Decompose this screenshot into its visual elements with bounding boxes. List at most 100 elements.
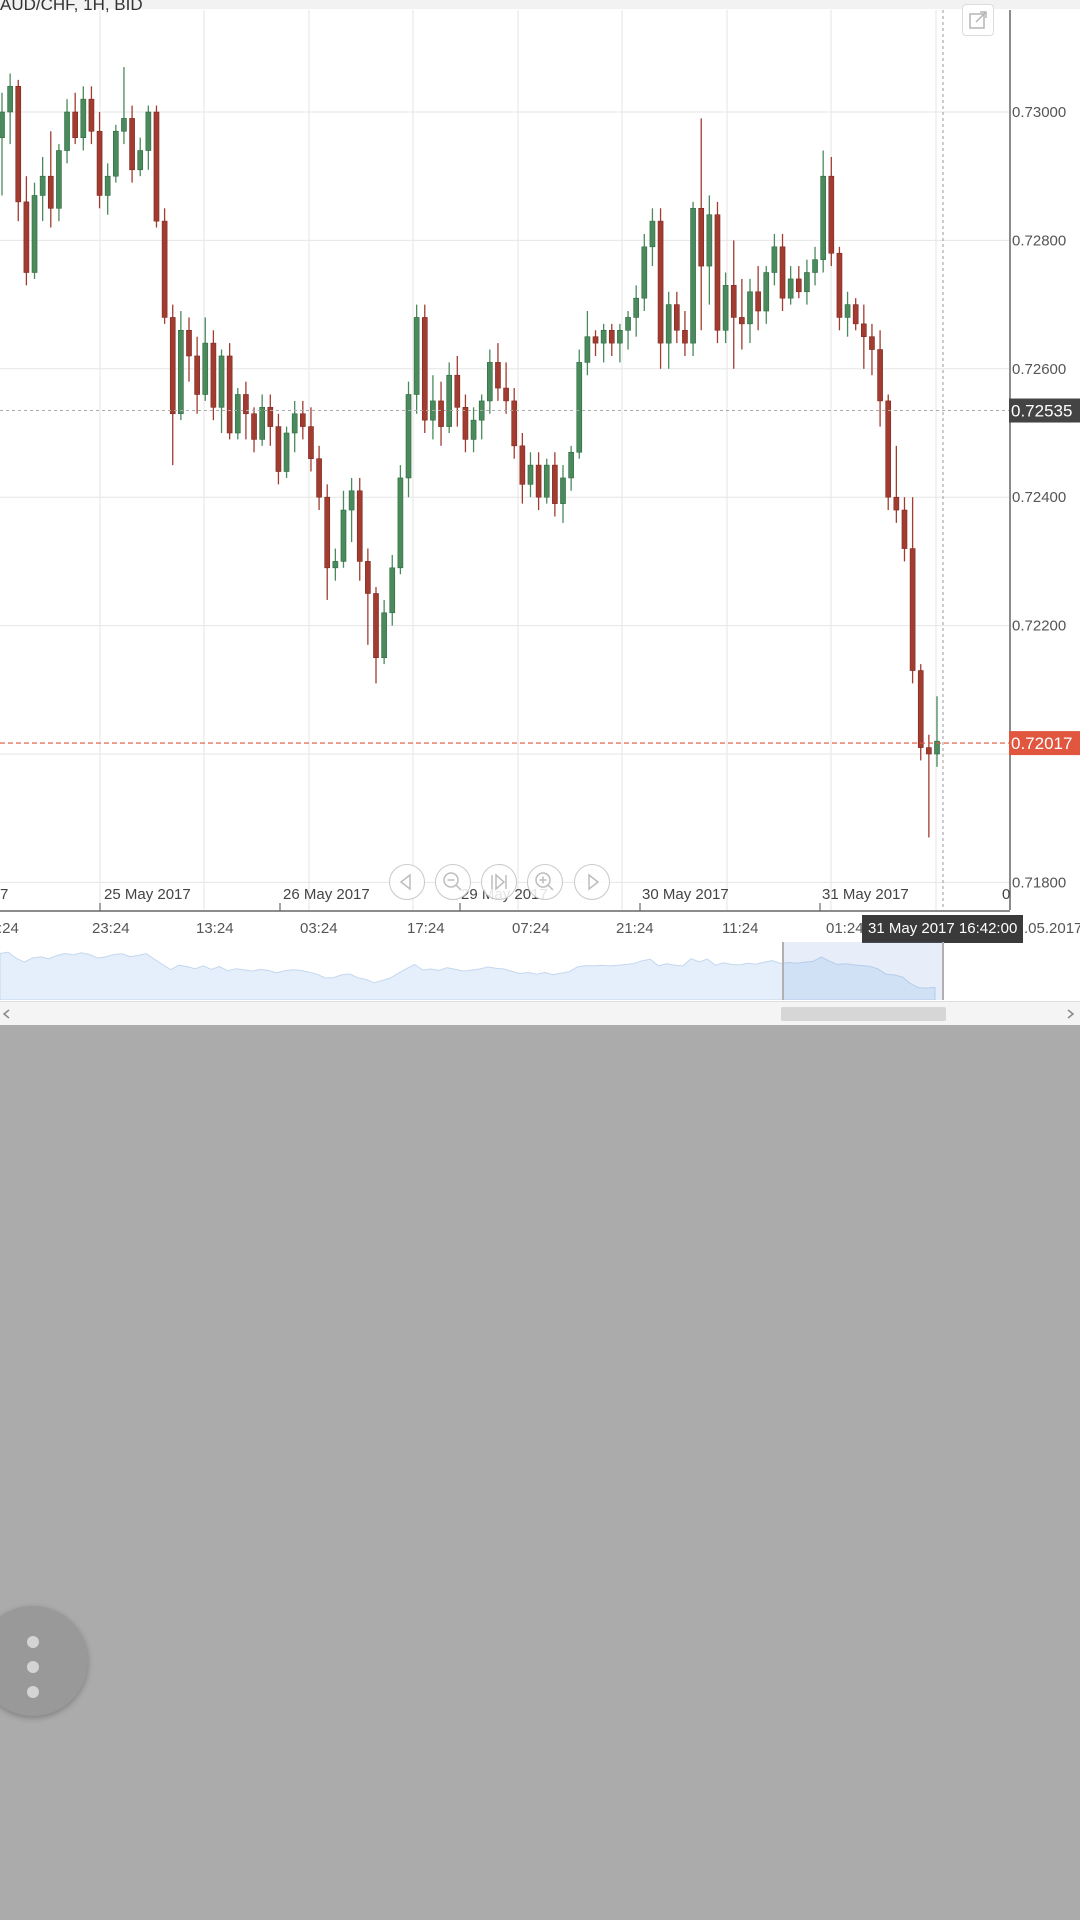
candle-body[interactable] (251, 413, 257, 440)
candle-body[interactable] (779, 246, 786, 299)
candle-body[interactable] (877, 349, 883, 402)
candle-body[interactable] (470, 419, 477, 440)
candle-body[interactable] (47, 175, 54, 209)
candle-body[interactable] (389, 567, 396, 614)
candle-body[interactable] (804, 272, 810, 293)
scrollbar-thumb[interactable] (781, 1007, 946, 1021)
candle-body[interactable] (405, 394, 412, 479)
candle-body[interactable] (722, 285, 729, 331)
candle-body[interactable] (820, 175, 826, 260)
candle-body[interactable] (129, 118, 135, 171)
chart-panel[interactable]: 0.73000 0.72800 0.72600 0.72400 0.72200 0.718… (0, 0, 1080, 1025)
candle-body[interactable] (917, 670, 924, 748)
candle-body[interactable] (0, 111, 5, 138)
candle-body[interactable] (698, 208, 705, 267)
candle-body[interactable] (625, 317, 631, 331)
candle-body[interactable] (568, 451, 574, 479)
scroll-right-arrow[interactable] (1062, 1004, 1078, 1024)
candle-body[interactable] (576, 362, 583, 453)
candle-body[interactable] (861, 323, 867, 337)
candle-body[interactable] (218, 355, 225, 408)
price-chart[interactable]: 0.73000 0.72800 0.72600 0.72400 0.72200 0.718… (0, 0, 1080, 945)
candle-body[interactable] (15, 86, 22, 203)
candle-body[interactable] (104, 175, 111, 196)
candle-body[interactable] (869, 336, 875, 350)
scroll-left-arrow[interactable] (0, 1004, 14, 1024)
candle-body[interactable] (462, 407, 469, 440)
candle-body[interactable] (812, 259, 818, 273)
candle-body[interactable] (332, 561, 339, 569)
candle-body[interactable] (300, 413, 306, 427)
candle-body[interactable] (836, 252, 843, 318)
candle-body[interactable] (535, 464, 542, 498)
candle-body[interactable] (926, 747, 932, 755)
candle-body[interactable] (665, 304, 672, 344)
candle-body[interactable] (421, 317, 428, 421)
candle-body[interactable] (23, 201, 30, 273)
candle-body[interactable] (7, 86, 13, 113)
candle-body[interactable] (324, 496, 331, 569)
candle-body[interactable] (771, 246, 778, 273)
candle-body[interactable] (503, 387, 509, 402)
candle-body[interactable] (153, 111, 160, 222)
candle-body[interactable] (885, 400, 892, 498)
candle-body[interactable] (373, 593, 379, 658)
candle-body[interactable] (763, 272, 770, 312)
candle-body[interactable] (202, 342, 209, 395)
candle-body[interactable] (714, 214, 721, 331)
candle-body[interactable] (657, 220, 664, 344)
zoom-in-button[interactable] (527, 864, 563, 900)
candle-body[interactable] (308, 426, 314, 459)
candle-body[interactable] (194, 355, 200, 395)
candle-body[interactable] (365, 561, 371, 594)
candle-body[interactable] (487, 362, 493, 402)
candle-body[interactable] (560, 477, 566, 504)
candle-body[interactable] (356, 490, 363, 562)
candle-body[interactable] (852, 304, 859, 325)
candle-body[interactable] (397, 477, 404, 569)
candle-body[interactable] (226, 355, 233, 434)
navigator-overview[interactable] (0, 942, 1080, 1000)
candle-body[interactable] (234, 394, 241, 434)
candle-body[interactable] (446, 374, 452, 427)
candle-body[interactable] (413, 317, 420, 395)
candle-body[interactable] (186, 329, 192, 357)
candle-body[interactable] (178, 329, 184, 415)
candle-body[interactable] (381, 612, 387, 659)
candle-body[interactable] (901, 509, 908, 549)
candle-body[interactable] (706, 214, 713, 267)
candle-body[interactable] (608, 329, 615, 344)
candle-body[interactable] (80, 98, 87, 138)
candle-body[interactable] (787, 278, 794, 299)
candle-body[interactable] (31, 195, 38, 273)
candle-body[interactable] (316, 458, 322, 498)
horizontal-scrollbar[interactable] (0, 1001, 1080, 1025)
nav-prev-button[interactable] (389, 864, 425, 900)
candle-body[interactable] (543, 464, 550, 498)
candle-body[interactable] (844, 304, 851, 318)
candle-body[interactable] (121, 118, 127, 132)
candle-body[interactable] (893, 496, 900, 511)
candle-body[interactable] (39, 175, 46, 196)
candle-body[interactable] (137, 150, 144, 171)
candle-body[interactable] (454, 374, 461, 408)
popout-button[interactable] (962, 4, 994, 36)
candle-body[interactable] (291, 413, 298, 434)
candle-body[interactable] (511, 400, 518, 447)
candle-body[interactable] (739, 317, 745, 325)
candle-body[interactable] (747, 291, 753, 325)
candle-body[interactable] (592, 336, 599, 344)
candle-body[interactable] (730, 285, 737, 318)
candle-body[interactable] (617, 329, 623, 344)
candle-body[interactable] (527, 464, 534, 485)
candle-body[interactable] (283, 432, 290, 472)
candle-body[interactable] (755, 291, 761, 312)
candle-body[interactable] (259, 407, 265, 440)
candle-body[interactable] (552, 464, 558, 504)
candle-body[interactable] (600, 329, 607, 344)
candle-body[interactable] (64, 111, 70, 151)
candle-body[interactable] (169, 317, 176, 415)
nav-next-button[interactable] (574, 864, 610, 900)
candle-body[interactable] (438, 400, 444, 427)
candle-body[interactable] (633, 297, 639, 318)
